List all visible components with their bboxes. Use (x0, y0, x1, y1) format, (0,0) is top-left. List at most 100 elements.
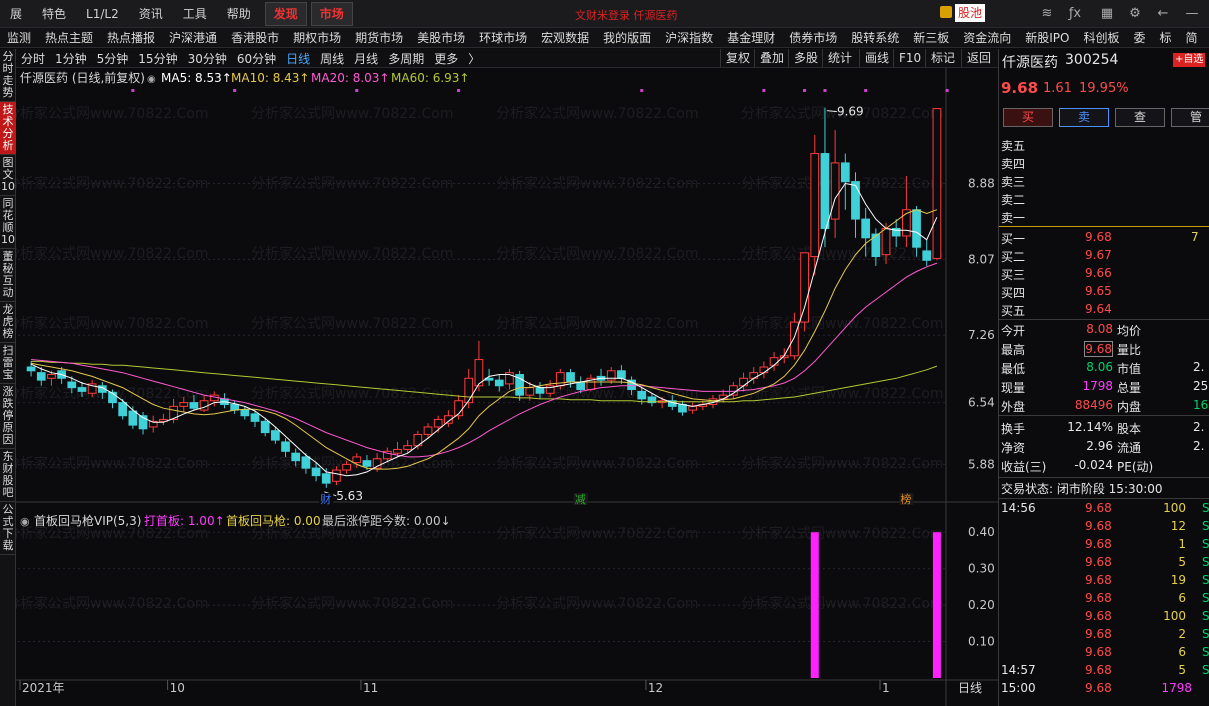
toolbar-button-4[interactable]: 画线 (859, 49, 894, 67)
candle-body (861, 218, 871, 239)
period-4[interactable]: 30分钟 (183, 50, 232, 67)
menu-4[interactable]: 工具 (173, 0, 217, 27)
left-tab-7[interactable]: 涨跌停原因 (0, 384, 16, 449)
period-9[interactable]: 多周期 (383, 50, 429, 67)
menu-0[interactable]: 展 (0, 0, 32, 27)
bid-label: 买二 (1001, 250, 1026, 264)
more-arrow-icon[interactable]: 〉 (463, 50, 485, 67)
event-marker-label: 财 (320, 492, 331, 506)
tick-row: 9.68 12 S (999, 518, 1209, 536)
trade-button-1[interactable]: 卖 (1059, 108, 1109, 127)
period-7[interactable]: 周线 (315, 50, 349, 67)
period-10[interactable]: 更多 (429, 50, 463, 67)
market-item-11[interactable]: 沪深指数 (658, 28, 720, 47)
toolbar-button-7[interactable]: 返回 (961, 49, 996, 67)
menu-3[interactable]: 资讯 (129, 0, 173, 27)
stock-pool-button[interactable]: 股池 (955, 4, 986, 22)
market-item-20[interactable]: 标 (1153, 28, 1179, 47)
watermark-text: 分析家公式网www.70822.Com (251, 455, 453, 472)
menu-1[interactable]: 特色 (32, 0, 76, 27)
left-tab-5[interactable]: 龙虎榜 (0, 302, 16, 343)
top-tab-0[interactable]: 发现 (264, 1, 307, 26)
formula-icon[interactable]: ƒx (1066, 5, 1084, 23)
trade-button-3[interactable]: 管 (1171, 108, 1209, 127)
bid-row: 买二 9.67 (999, 247, 1209, 265)
toolbar-button-1[interactable]: 叠加 (754, 49, 789, 67)
time-axis-label: 10 (170, 681, 185, 695)
market-item-16[interactable]: 资金流向 (956, 28, 1018, 47)
indicator-settings-icon[interactable]: ◉ (20, 515, 30, 528)
left-tab-6[interactable]: 扫雷宝 (0, 343, 16, 384)
bid-row: 买一 9.68 7 (999, 229, 1209, 247)
candle-body (128, 410, 138, 426)
top-tab-1[interactable]: 市场 (310, 1, 353, 26)
left-tab-9[interactable]: 公式下载 (0, 502, 16, 555)
market-item-4[interactable]: 香港股市 (224, 28, 286, 47)
market-item-17[interactable]: 新股IPO (1018, 28, 1076, 47)
ask-row: 卖五 (999, 136, 1209, 154)
trade-button-0[interactable]: 买 (1003, 108, 1053, 127)
toolbar-button-6[interactable]: 标记 (925, 49, 960, 67)
period-1[interactable]: 1分钟 (50, 50, 92, 67)
toolbar-button-0[interactable]: 复权 (720, 49, 755, 67)
menu-5[interactable]: 帮助 (217, 0, 261, 27)
period-5[interactable]: 60分钟 (232, 50, 281, 67)
toolbar-button-3[interactable]: 统计 (822, 49, 857, 67)
ticks-divider (999, 498, 1209, 499)
menu-2[interactable]: L1/L2 (76, 0, 129, 27)
trade-button-2[interactable]: 查 (1115, 108, 1165, 127)
gear-icon[interactable]: ⚙ (1126, 5, 1144, 23)
market-item-8[interactable]: 环球市场 (472, 28, 534, 47)
grid-icon[interactable]: ▦ (1098, 5, 1116, 23)
back-icon[interactable]: ← (1154, 5, 1172, 23)
candle-body (800, 252, 809, 323)
period-6[interactable]: 日线 (281, 50, 315, 67)
ask-label: 卖五 (1001, 139, 1026, 153)
time-axis-label: 1 (882, 681, 890, 695)
candle-body (118, 402, 128, 417)
add-watchlist-button[interactable]: +自选 (1173, 53, 1206, 67)
left-tab-2[interactable]: 图文10 (0, 155, 16, 196)
market-item-5[interactable]: 期权市场 (286, 28, 348, 47)
period-8[interactable]: 月线 (349, 50, 383, 67)
left-tab-1[interactable]: 技术分析 (0, 102, 16, 155)
market-item-7[interactable]: 美股市场 (410, 28, 472, 47)
ma-settings-icon[interactable]: ◉ (147, 74, 156, 85)
toolbar-button-5[interactable]: F10 (893, 49, 926, 67)
stat-row: 净资 2.96 流通 2. (999, 438, 1209, 456)
market-item-14[interactable]: 股转系统 (844, 28, 906, 47)
left-tab-4[interactable]: 董秘互动 (0, 249, 16, 302)
layers-icon[interactable]: ≋ (1038, 5, 1056, 23)
left-tab-0[interactable]: 分时走势 (0, 49, 16, 102)
candle-body (688, 405, 698, 411)
market-item-22[interactable]: 线 (1205, 28, 1209, 47)
candle-body (535, 387, 545, 394)
market-item-2[interactable]: 热点播报 (100, 28, 162, 47)
market-item-9[interactable]: 宏观数据 (534, 28, 596, 47)
market-item-0[interactable]: 监测 (0, 28, 38, 47)
left-tab-8[interactable]: 东财股吧 (0, 449, 16, 502)
market-item-21[interactable]: 简 (1179, 28, 1205, 47)
stat-row: 现量 1798 总量 25 (999, 378, 1209, 396)
period-3[interactable]: 15分钟 (133, 50, 182, 67)
market-item-18[interactable]: 科创板 (1077, 28, 1127, 47)
minimize-icon[interactable]: — (1183, 5, 1201, 23)
toolbar-button-2[interactable]: 多股 (788, 49, 823, 67)
period-0[interactable]: 分时 (16, 50, 50, 67)
tick-direction: S (1202, 519, 1209, 533)
tick-price: 9.68 (1085, 663, 1112, 677)
time-axis-label: 12 (648, 681, 663, 695)
market-item-6[interactable]: 期货市场 (348, 28, 410, 47)
market-item-1[interactable]: 热点主题 (38, 28, 100, 47)
market-item-10[interactable]: 我的版面 (596, 28, 658, 47)
period-2[interactable]: 5分钟 (92, 50, 134, 67)
market-item-3[interactable]: 沪深港通 (162, 28, 224, 47)
market-item-15[interactable]: 新三板 (906, 28, 956, 47)
price-tick-label: 7.26 (968, 328, 995, 342)
kline-chart-area[interactable]: 分析家公式网www.70822.Com 分析家公式网www.70822.Com 分析… (6, 68, 1026, 706)
market-item-13[interactable]: 债券市场 (782, 28, 844, 47)
market-item-12[interactable]: 基金理财 (720, 28, 782, 47)
left-tab-3[interactable]: 同花顺10 (0, 196, 16, 249)
tick-price: 9.68 (1085, 681, 1112, 695)
market-item-19[interactable]: 委 (1127, 28, 1153, 47)
